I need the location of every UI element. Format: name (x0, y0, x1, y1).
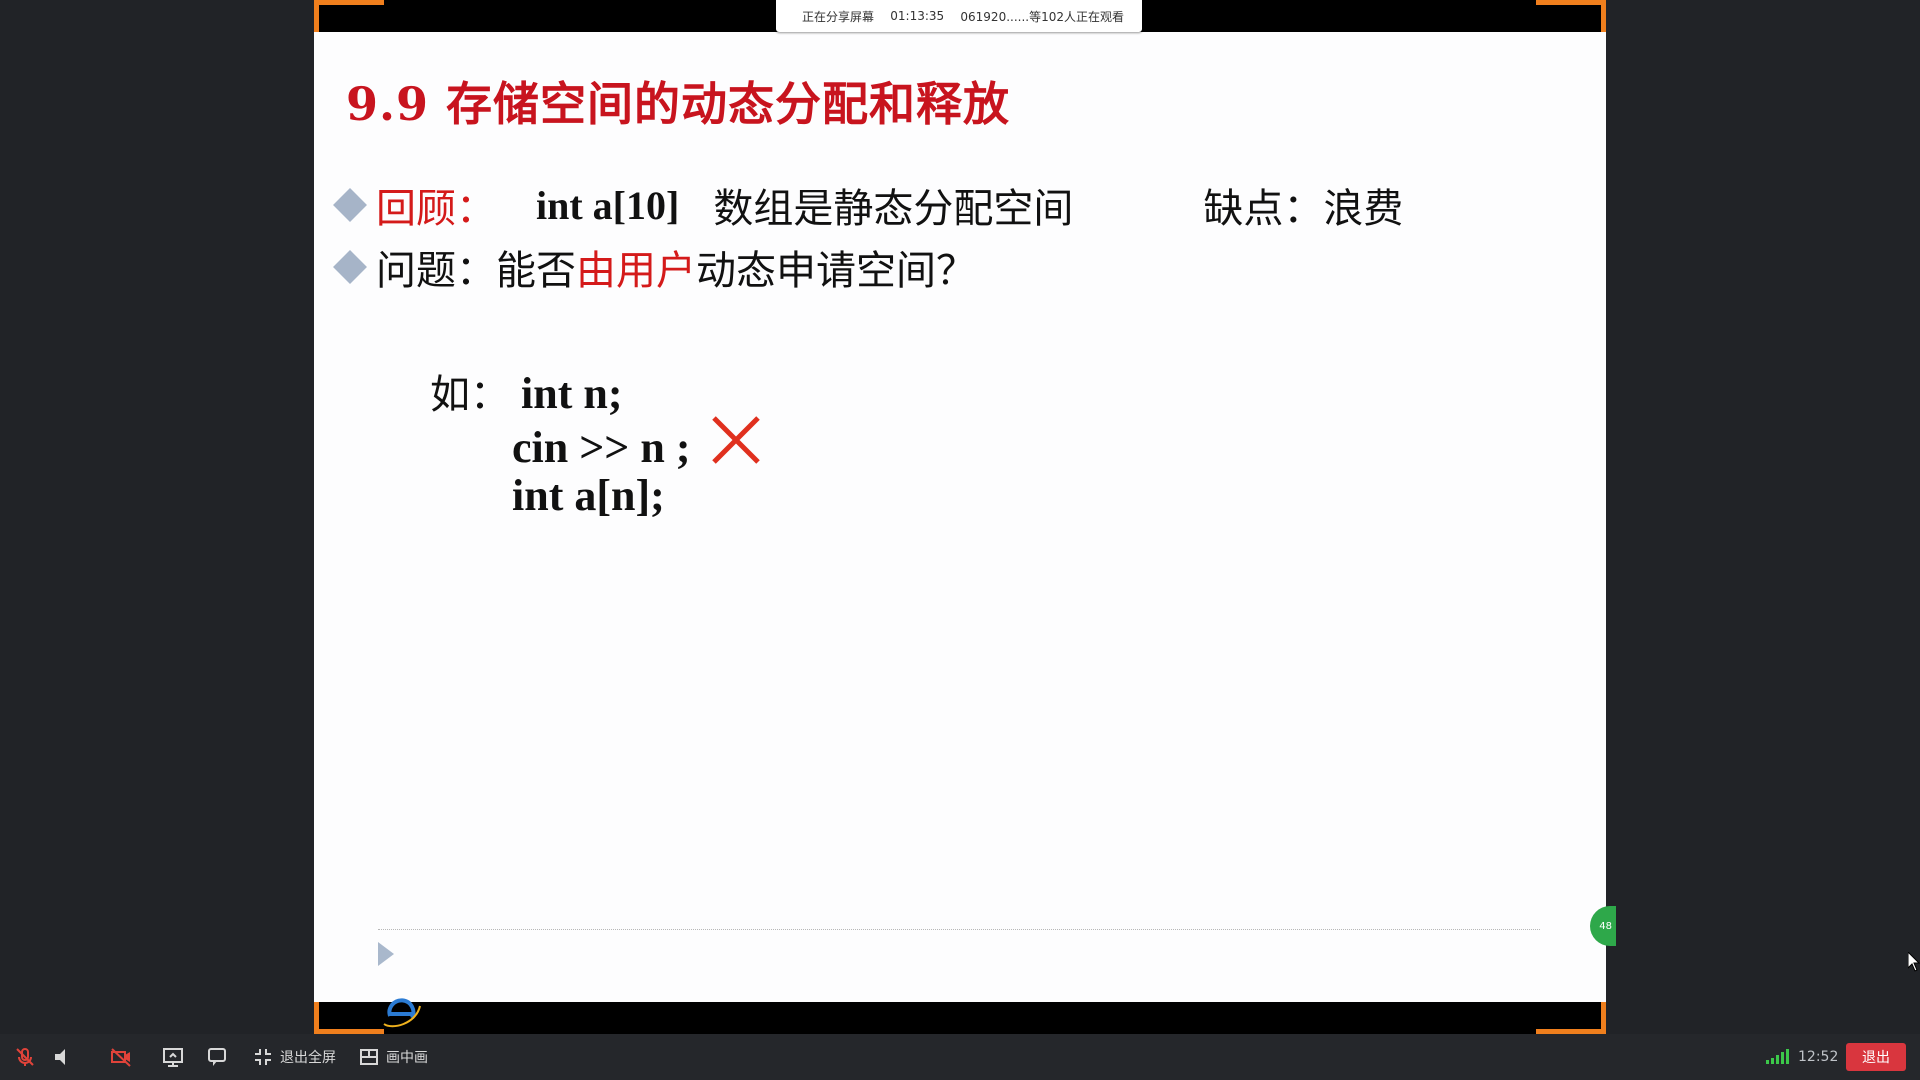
screen: 9.9 存储空间的动态分配和释放 回顾： int a[10] 数组是静态分配空间… (0, 0, 1920, 1080)
slide-divider (378, 929, 1540, 930)
chat-button[interactable] (206, 1034, 228, 1080)
screen-share-status-bar: 正在分享屏幕 01:13:35 061920......等102人正在观看 (776, 0, 1142, 32)
camera-button[interactable] (110, 1034, 132, 1080)
mouse-cursor-icon (1908, 952, 1920, 972)
picture-in-picture-icon (360, 1049, 378, 1065)
diamond-bullet-icon (333, 250, 367, 284)
example-line-3: int a[n]; (512, 471, 665, 520)
slide-title: 9.9 存储空间的动态分配和释放 (346, 77, 1011, 131)
speaker-icon (55, 1049, 65, 1065)
share-status: 正在分享屏幕 (802, 9, 875, 24)
example-line-1: 如： int n; (430, 362, 622, 420)
share-viewers: 061920......等102人正在观看 (960, 9, 1124, 24)
floating-badge[interactable]: 48 (1590, 906, 1616, 946)
exit-fullscreen-label: 退出全屏 (280, 1050, 336, 1066)
presentation-slide: 9.9 存储空间的动态分配和释放 回顾： int a[10] 数组是静态分配空间… (314, 32, 1616, 1002)
diamond-bullet-icon (333, 188, 367, 222)
review-text: 数组是静态分配空间 (713, 186, 1074, 232)
meeting-toolbar: 退出全屏 画中画 12:52 退出 (0, 1034, 1920, 1080)
shared-screen-frame: 9.9 存储空间的动态分配和释放 回顾： int a[10] 数组是静态分配空间… (314, 0, 1616, 1034)
share-elapsed-time: 01:13:35 (890, 9, 945, 23)
picture-in-picture-label: 画中画 (386, 1050, 428, 1066)
picture-in-picture-button[interactable]: 画中画 (358, 1034, 428, 1080)
bullet-question: 问题：能否 由用户 动态申请空间？ (330, 238, 976, 296)
exit-fullscreen-icon (255, 1049, 271, 1065)
microphone-off-icon (16, 1048, 34, 1066)
example-line-2: cin >> n ; (512, 423, 691, 472)
chat-icon (208, 1048, 226, 1066)
play-icon[interactable] (378, 942, 394, 966)
question-highlight: 由用户 (576, 248, 696, 294)
camera-off-icon (111, 1048, 131, 1067)
speaker-button[interactable] (52, 1034, 74, 1080)
network-signal-icon (1766, 1049, 1789, 1064)
question-prefix: 问题：能否 (376, 248, 576, 294)
screen-share-icon (163, 1048, 183, 1067)
cross-icon (712, 416, 760, 464)
exit-meeting-button[interactable]: 退出 (1846, 1043, 1906, 1071)
review-code: int a[10] (536, 182, 680, 228)
review-label: 回顾： (376, 186, 496, 232)
mute-microphone-button[interactable] (14, 1034, 36, 1080)
example-code-1: int n; (521, 369, 623, 418)
question-suffix: 动态申请空间？ (696, 248, 976, 294)
internet-explorer-icon[interactable] (382, 994, 422, 1030)
share-screen-button[interactable] (162, 1034, 184, 1080)
clock: 12:52 (1798, 1049, 1839, 1065)
bullet-review: 回顾： int a[10] 数组是静态分配空间 缺点：浪费 (330, 176, 1403, 234)
example-prefix: 如： (430, 372, 510, 418)
review-drawback: 缺点：浪费 (1203, 186, 1404, 232)
exit-fullscreen-button[interactable]: 退出全屏 (252, 1034, 336, 1080)
